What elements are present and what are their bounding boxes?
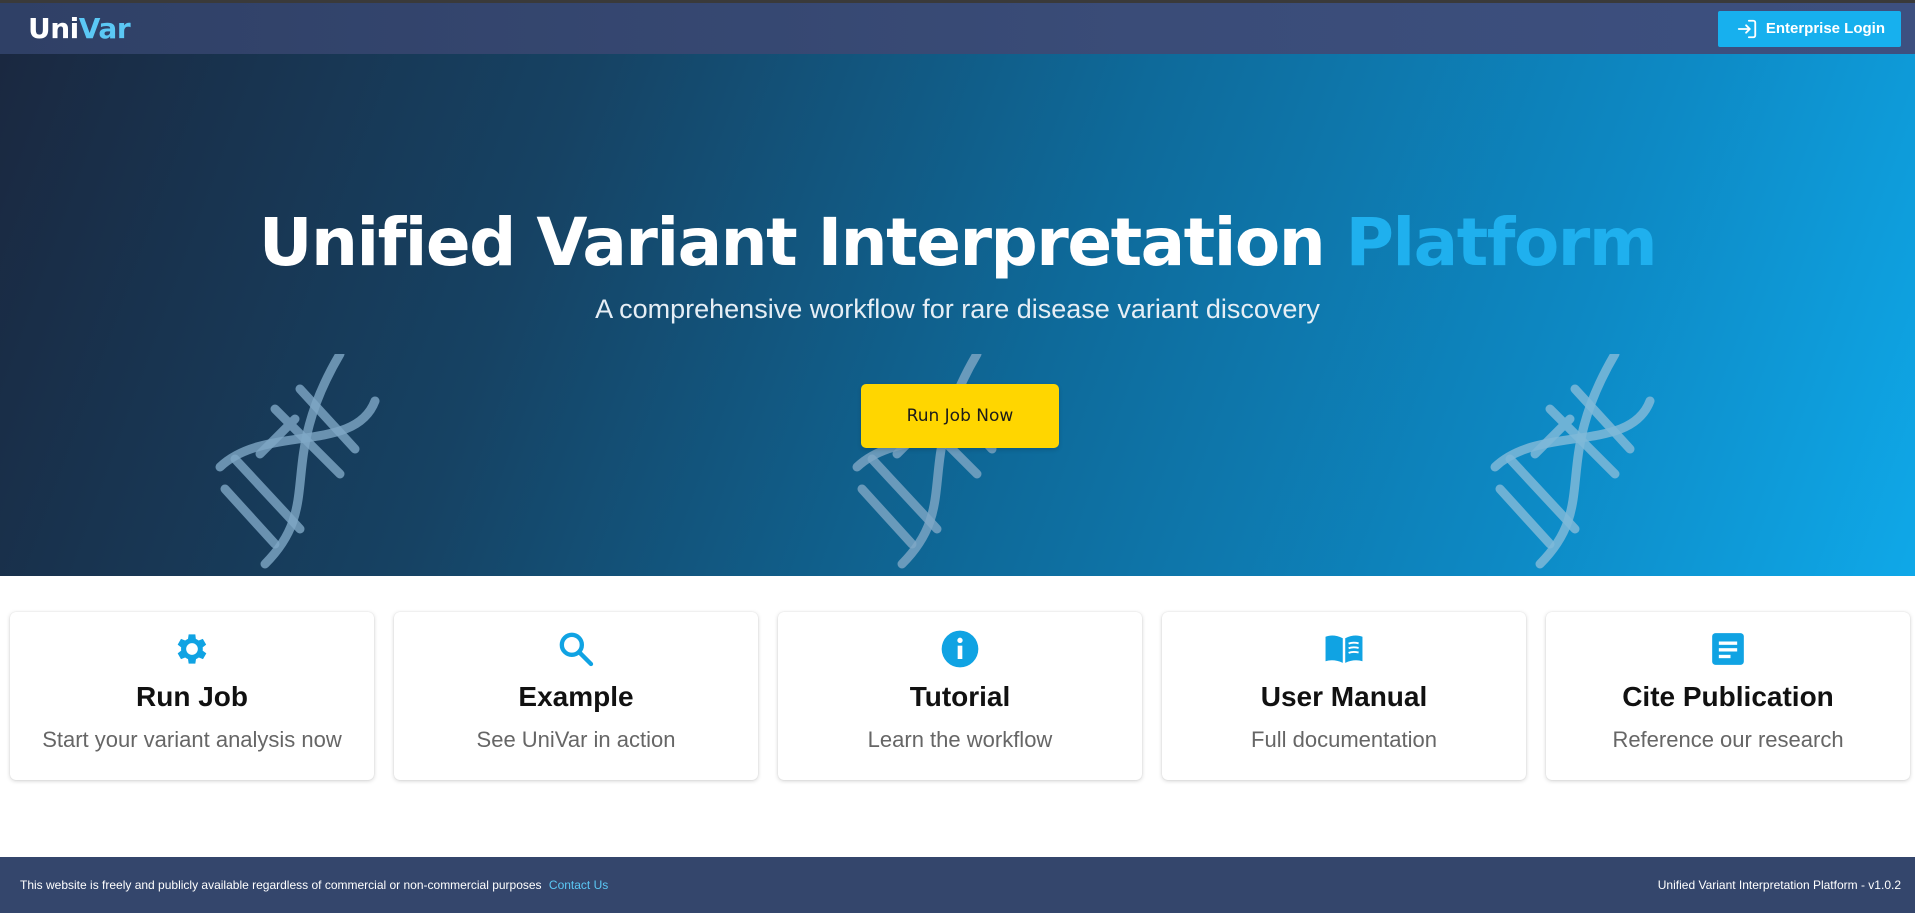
- footer-notice-container: This website is freely and publicly avai…: [20, 878, 608, 892]
- feature-cards: Run Job Start your variant analysis now …: [10, 612, 1910, 780]
- card-title: Example: [518, 681, 634, 712]
- card-description: Reference our research: [1612, 727, 1844, 752]
- card-example[interactable]: Example See UniVar in action: [394, 612, 758, 780]
- footer-version: Unified Variant Interpretation Platform …: [1657, 878, 1901, 892]
- hero-title-main: Unified Variant Interpretation: [258, 204, 1346, 281]
- run-job-now-button[interactable]: Run Job Now: [861, 384, 1059, 448]
- card-title: Tutorial: [909, 681, 1011, 712]
- card-tutorial[interactable]: Tutorial Learn the workflow: [778, 612, 1142, 780]
- footer: This website is freely and publicly avai…: [0, 857, 1915, 913]
- search-icon: [559, 632, 594, 667]
- hero-title-accent: Platform: [1345, 204, 1658, 281]
- card-user-manual[interactable]: User Manual Full documentation: [1162, 612, 1526, 780]
- hero-section: Unified Variant Interpretation Platform …: [0, 54, 1915, 576]
- enterprise-login-label: Enterprise Login: [1765, 20, 1885, 37]
- enterprise-login-button[interactable]: Enterprise Login: [1717, 10, 1901, 47]
- brand-part-2: Var: [78, 12, 131, 45]
- card-description: Full documentation: [1251, 727, 1437, 752]
- dna-icon: [1490, 354, 1655, 569]
- brand-logo[interactable]: UniVar: [28, 12, 131, 45]
- brand-part-1: Uni: [28, 12, 79, 45]
- document-icon: [1712, 633, 1744, 665]
- hero-subtitle: A comprehensive workflow for rare diseas…: [595, 294, 1320, 324]
- gear-icon: [177, 634, 207, 664]
- login-icon: [1737, 19, 1756, 38]
- navbar: UniVar Enterprise Login: [0, 3, 1915, 54]
- dna-icon: [215, 354, 380, 569]
- book-icon: [1325, 635, 1363, 663]
- card-title: Cite Publication: [1622, 681, 1834, 712]
- card-description: Start your variant analysis now: [42, 727, 342, 752]
- hero-title: Unified Variant Interpretation Platform: [0, 204, 1915, 281]
- info-icon: [941, 630, 979, 668]
- card-run-job[interactable]: Run Job Start your variant analysis now: [10, 612, 374, 780]
- card-title: Run Job: [136, 681, 248, 712]
- footer-notice: This website is freely and publicly avai…: [20, 878, 542, 892]
- card-description: See UniVar in action: [476, 727, 676, 752]
- card-cite-publication[interactable]: Cite Publication Reference our research: [1546, 612, 1910, 780]
- card-description: Learn the workflow: [867, 727, 1053, 752]
- contact-us-link[interactable]: Contact Us: [549, 878, 608, 892]
- card-title: User Manual: [1260, 681, 1428, 712]
